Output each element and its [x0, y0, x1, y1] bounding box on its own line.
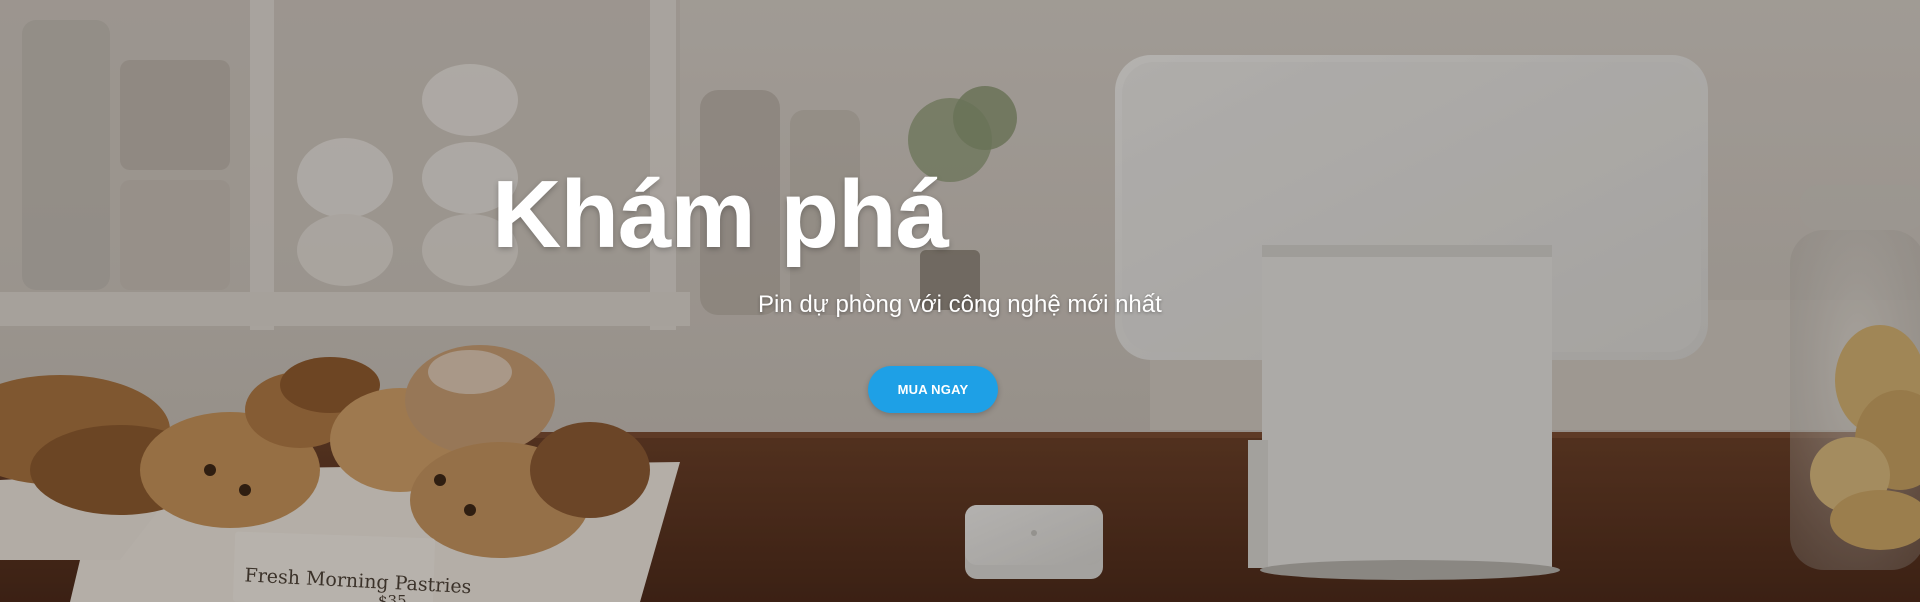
hero-content: Khám phá Pin dự phòng với công nghệ mới … [0, 0, 1920, 602]
hero-banner: Fresh Morning Pastries $35 Khám phá Pin … [0, 0, 1920, 602]
hero-subtitle: Pin dự phòng với công nghệ mới nhất [758, 291, 1162, 318]
hero-headline: Khám phá [492, 161, 949, 268]
buy-now-button[interactable]: MUA NGAY [868, 366, 998, 413]
